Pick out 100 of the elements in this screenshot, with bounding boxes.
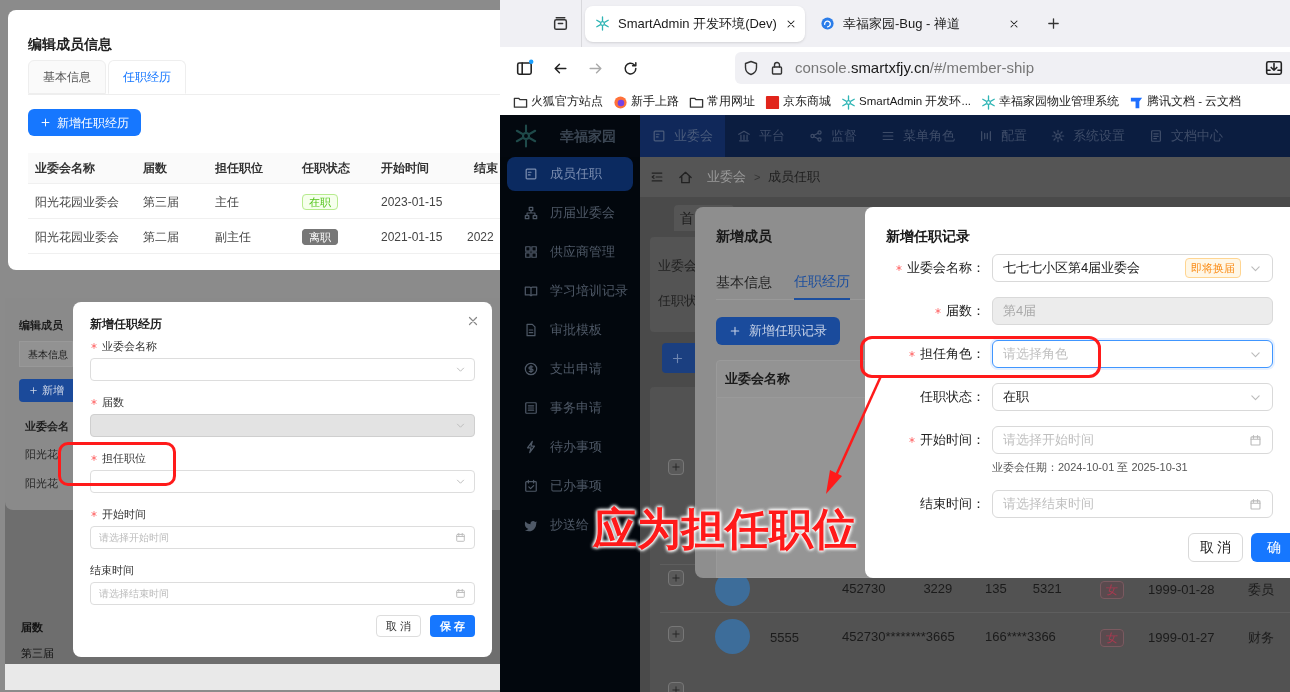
sidebar-item[interactable]: 抄送给 — [507, 508, 589, 542]
fox-logo-icon — [613, 94, 628, 110]
lock-icon — [769, 60, 785, 76]
sidebar-item[interactable]: 已办事项 — [507, 469, 602, 503]
add-button[interactable]: 新增任职经历 — [28, 109, 141, 136]
bookmark[interactable]: 京东商城 — [765, 93, 831, 111]
browser-tab[interactable]: SmartAdmin 开发环境(Dev) — [585, 5, 805, 42]
gear-icon — [1051, 129, 1065, 143]
sidebar-item[interactable]: 供应商管理 — [507, 235, 615, 269]
tab[interactable]: 基本信息 — [19, 341, 73, 367]
shield-icon — [743, 60, 759, 76]
table-cell: 2022 — [467, 230, 494, 244]
org-chart-icon — [524, 206, 538, 220]
select-field[interactable] — [90, 470, 475, 493]
expand-button[interactable] — [668, 626, 684, 642]
field-label: 届数： — [946, 302, 985, 321]
plus-icon — [729, 325, 741, 337]
network-icon — [809, 129, 823, 143]
browser-tab[interactable]: 幸福家园-Bug - 禅道 — [810, 5, 1030, 42]
breadcrumb-link[interactable]: 业委会 — [707, 167, 746, 187]
sidebar-item[interactable]: 事务申请 — [507, 391, 602, 425]
tab[interactable]: 任职经历 — [794, 264, 850, 300]
column-header: 业委会名 — [25, 419, 69, 434]
calendar-icon — [1249, 497, 1262, 511]
confirm-button[interactable]: 确 — [1251, 533, 1290, 562]
calendar-icon — [455, 532, 466, 543]
logo-icon — [514, 124, 538, 148]
select-field[interactable] — [90, 358, 475, 381]
table-cell-text: 阳光花 — [25, 476, 58, 491]
column-header: 届数 — [21, 620, 43, 635]
sidebar-item[interactable]: 审批模板 — [507, 313, 602, 347]
field-label: 届数 — [102, 394, 124, 410]
snowflake-icon — [841, 94, 856, 110]
bookmark[interactable]: 新手上路 — [613, 93, 679, 111]
save-button[interactable]: 保 存 — [430, 615, 475, 637]
snowflake-icon — [981, 94, 997, 110]
list-icon — [524, 401, 538, 415]
sidebar-item[interactable]: 待办事项 — [507, 430, 602, 464]
home-icon[interactable] — [678, 169, 693, 185]
select-field[interactable]: 七七七小区第4届业委会 即将换届 — [992, 254, 1273, 282]
table-cell: 第二届 — [143, 230, 179, 244]
swirl-icon — [820, 16, 835, 31]
book-icon — [524, 284, 538, 298]
modal-title: 新增任职经历 — [90, 316, 162, 332]
id-card-icon — [524, 167, 538, 181]
bookmark[interactable]: 火狐官方站点 — [513, 93, 603, 111]
calendar-check-icon — [524, 479, 538, 493]
bookmark[interactable]: SmartAdmin 开发环... — [841, 93, 972, 111]
bookmark[interactable]: 常用网址 — [689, 93, 755, 111]
sidebar-item[interactable]: 成员任职 — [507, 157, 633, 191]
add-button[interactable]: 新增 — [19, 379, 73, 402]
table-cell-text: 452730********3665 — [842, 627, 955, 646]
menu-fold-icon[interactable] — [650, 170, 664, 184]
table-cell: 阳光花园业委会 — [35, 230, 119, 244]
plus-icon — [671, 685, 681, 692]
nav-item[interactable]: 业委会 — [640, 115, 725, 157]
expand-button[interactable] — [668, 570, 684, 586]
cancel-button[interactable]: 取 消 — [376, 615, 421, 637]
expand-button[interactable] — [668, 459, 684, 475]
column-header: 任职状态 — [301, 160, 351, 177]
sidebar-item[interactable]: 支出申请 — [507, 352, 602, 386]
sidebar-icon[interactable] — [516, 59, 534, 77]
tab[interactable]: 基本信息 — [28, 60, 106, 94]
tab-list-icon[interactable] — [552, 15, 569, 32]
bird-icon — [524, 518, 538, 532]
tab[interactable]: 任职经历 — [108, 60, 186, 94]
calendar-icon — [1249, 433, 1262, 447]
id-card-icon — [652, 129, 666, 143]
column-header: 担任职位 — [214, 160, 264, 177]
cancel-button[interactable]: 取 消 — [1188, 533, 1243, 562]
select-field[interactable]: 在职 — [992, 383, 1273, 411]
field-label: 结束时间： — [920, 495, 985, 514]
table-cell-text: 135 — [985, 579, 1007, 598]
table-cell-text: 166****3366 — [985, 627, 1056, 646]
field-label: 业委会名称： — [907, 259, 985, 278]
status-tag: 离职 — [302, 229, 338, 245]
bookmark[interactable]: 幸福家园物业管理系统 — [981, 93, 1120, 111]
status-tag: 即将换届 — [1185, 257, 1241, 279]
bookmark[interactable]: 腾讯文档 - 云文档 — [1129, 93, 1242, 111]
new-tab-icon[interactable] — [1046, 16, 1061, 31]
reload-icon[interactable] — [622, 59, 639, 77]
add-button[interactable]: 新增任职记录 — [716, 317, 840, 345]
address-bar[interactable]: console.smartxfjy.cn/#/member-ship — [735, 52, 1290, 84]
plus-icon — [671, 351, 684, 365]
tab[interactable]: 基本信息 — [716, 264, 772, 300]
bank-icon — [737, 129, 751, 143]
table-cell: 副主任 — [215, 230, 251, 244]
annotation-text: 应为担任职位 — [593, 503, 857, 555]
brand-name: 幸福家园 — [560, 126, 616, 146]
modal-title: 新增任职记录 — [885, 228, 971, 244]
download-icon[interactable] — [1265, 59, 1283, 77]
table-cell: 阳光花园业委会 — [35, 195, 119, 209]
dollar-icon — [524, 362, 538, 376]
table-cell: 2021-01-15 — [381, 230, 443, 244]
calendar-icon — [455, 588, 466, 599]
field-label: 业委会名称 — [102, 338, 157, 354]
field-label: 开始时间： — [920, 431, 985, 450]
sidebar-item[interactable]: 学习培训记录 — [507, 274, 628, 308]
sidebar-item[interactable]: 历届业委会 — [507, 196, 615, 230]
column-header: 届数 — [142, 160, 168, 177]
